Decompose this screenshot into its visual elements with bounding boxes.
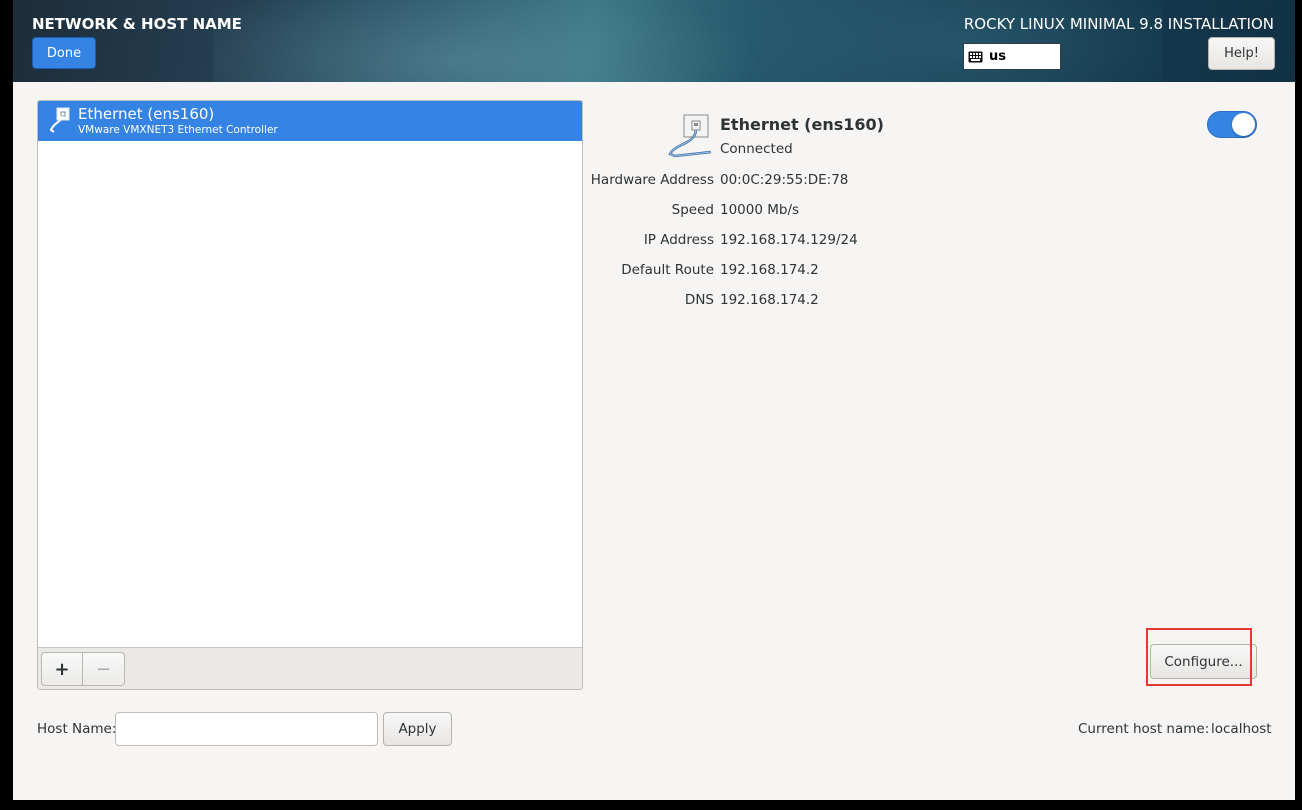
dns-value: 192.168.174.2 xyxy=(720,292,819,308)
installer-window: NETWORK & HOST NAME Done ROCKY LINUX MIN… xyxy=(13,0,1295,800)
speed-label: Speed xyxy=(671,202,714,218)
done-button[interactable]: Done xyxy=(32,37,96,69)
device-enable-toggle[interactable] xyxy=(1207,111,1257,138)
ethernet-cable-icon xyxy=(668,114,712,158)
connection-status: Connected xyxy=(720,141,793,157)
add-device-button[interactable]: + xyxy=(41,652,83,686)
hardware-address-label: Hardware Address xyxy=(590,172,714,188)
current-host-name-label: Current host name: xyxy=(1078,721,1210,737)
dns-label: DNS xyxy=(684,292,714,308)
device-name: Ethernet (ens160) xyxy=(78,105,215,123)
hardware-address-value: 00:0C:29:55:DE:78 xyxy=(720,172,849,188)
installation-title: ROCKY LINUX MINIMAL 9.8 INSTALLATION xyxy=(963,15,1274,33)
apply-button[interactable]: Apply xyxy=(383,712,452,746)
remove-device-button[interactable]: − xyxy=(83,652,125,686)
default-route-label: Default Route xyxy=(621,262,714,278)
plus-icon: + xyxy=(54,658,70,680)
default-route-value: 192.168.174.2 xyxy=(720,262,819,278)
minus-icon: − xyxy=(95,658,112,680)
ethernet-cable-icon xyxy=(49,107,70,133)
keyboard-layout-indicator[interactable]: us xyxy=(963,43,1061,70)
header-bar: NETWORK & HOST NAME Done ROCKY LINUX MIN… xyxy=(13,0,1295,82)
speed-value: 10000 Mb/s xyxy=(720,202,800,218)
ip-address-label: IP Address xyxy=(643,232,714,248)
device-detail-name: Ethernet (ens160) xyxy=(720,115,884,134)
ip-address-value: 192.168.174.129/24 xyxy=(720,232,858,248)
current-host-name-value: localhost xyxy=(1211,721,1272,737)
device-list-panel: Ethernet (ens160) VMware VMXNET3 Etherne… xyxy=(37,100,583,690)
keyboard-layout-label: us xyxy=(989,49,1006,64)
toggle-knob xyxy=(1232,113,1255,136)
host-name-input[interactable] xyxy=(115,712,378,746)
device-description: VMware VMXNET3 Ethernet Controller xyxy=(78,124,278,136)
header-texture-2 xyxy=(663,0,1163,82)
host-name-label: Host Name: xyxy=(37,721,117,737)
configure-button[interactable]: Configure... xyxy=(1150,644,1257,679)
page-title: NETWORK & HOST NAME xyxy=(32,15,242,33)
help-button[interactable]: Help! xyxy=(1208,37,1275,70)
device-list-item[interactable]: Ethernet (ens160) VMware VMXNET3 Etherne… xyxy=(38,101,582,141)
list-toolbar: + − xyxy=(38,647,582,689)
keyboard-icon xyxy=(968,51,983,62)
